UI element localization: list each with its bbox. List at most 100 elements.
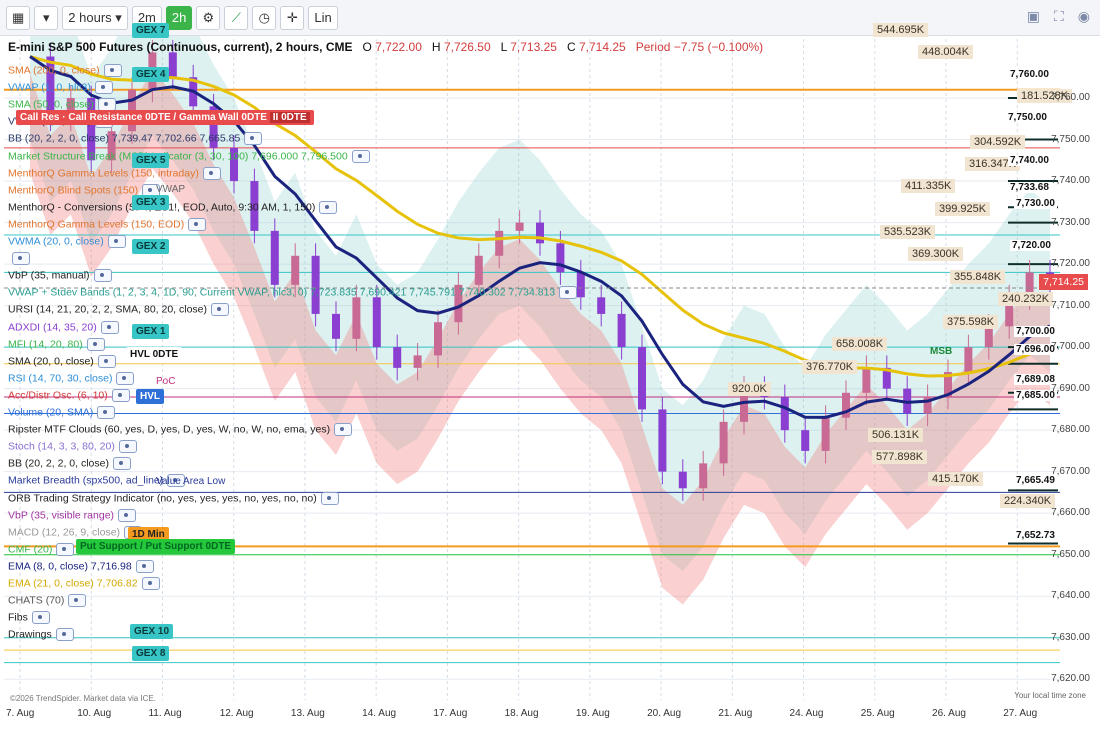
indicator-label: MFI (14, 20, 80)	[8, 337, 83, 350]
candle-body	[413, 355, 422, 368]
price-tick-label: 7,620.00	[1051, 673, 1090, 685]
symbol-header: E-mini S&P 500 Futures (Continuous, curr…	[8, 40, 763, 54]
indicator-row[interactable]: MenthorQ - Conversions (SPY, ES1!, EOD, …	[8, 200, 338, 214]
indicator-row[interactable]: MACD (12, 26, 9, close)	[8, 525, 143, 539]
indicator-row[interactable]: RSI (14, 70, 30, close)	[8, 371, 135, 385]
volume-level-label: 658.008K	[832, 337, 888, 351]
calculator-icon[interactable]: ▣	[1027, 8, 1040, 25]
date-tick-label: 20. Aug	[647, 708, 682, 719]
indicator-label: BB (20, 2, 2, 0, close) 7,739.47 7,702.6…	[8, 132, 241, 145]
eye-visibility-icon[interactable]	[94, 81, 113, 95]
indicator-label: Acc/Distr Osc. (6, 10)	[8, 389, 108, 402]
indicator-row[interactable]: VWAP (1, 0, hlc3)	[8, 81, 113, 95]
indicator-row[interactable]: MenthorQ Gamma Levels (150, intraday)	[8, 166, 221, 180]
eye-visibility-icon[interactable]	[202, 166, 221, 180]
date-tick-label: 7. Aug	[6, 708, 35, 719]
volume-level-label: 376.770K	[802, 360, 858, 374]
indicator-label: Stoch (14, 3, 3, 80, 20)	[8, 440, 115, 453]
date-tick-label: 10. Aug	[77, 708, 112, 719]
indicator-row[interactable]	[8, 252, 30, 266]
indicator-label: SMA (200, 0, close)	[8, 64, 100, 77]
eye-visibility-icon[interactable]	[12, 252, 30, 266]
candle-body	[658, 409, 667, 472]
eye-visibility-icon[interactable]	[118, 508, 137, 522]
eye-visibility-icon[interactable]	[68, 594, 87, 608]
interval-select[interactable]: 2 hours ▾	[62, 5, 128, 30]
eye-visibility-icon[interactable]	[31, 611, 50, 625]
eye-visibility-icon[interactable]	[118, 440, 137, 454]
price-tick-label: 7,720.00	[1051, 258, 1090, 270]
scale-lin-button[interactable]: Lin	[308, 5, 338, 30]
indicator-row[interactable]: URSI (14, 21, 20, 2, 2, SMA, 80, 20, clo…	[8, 303, 230, 317]
eye-visibility-icon[interactable]	[97, 406, 116, 419]
indicator-row[interactable]: EMA (8, 0, close) 7,716.98	[8, 559, 154, 573]
eye-visibility-icon[interactable]	[244, 132, 263, 146]
eye-visibility-icon[interactable]	[56, 542, 75, 556]
date-tick-label: 24. Aug	[789, 708, 824, 719]
eye-visibility-icon[interactable]	[100, 320, 119, 334]
chevron-down-icon[interactable]: ▾	[34, 5, 59, 30]
eye-visibility-icon[interactable]	[211, 303, 230, 317]
candle-body	[862, 367, 871, 393]
indicator-row[interactable]: Ripster MTF Clouds (60, yes, D, yes, D, …	[8, 423, 353, 437]
indicator-row[interactable]: ADXDI (14, 35, 20)	[8, 320, 119, 334]
indicator-row[interactable]: CHATS (70)	[8, 594, 87, 608]
eye-visibility-icon[interactable]	[112, 457, 131, 471]
indicator-row[interactable]: SMA (200, 0, close)	[8, 64, 122, 77]
indicator-label: URSI (14, 21, 20, 2, 2, SMA, 80, 20, clo…	[8, 303, 208, 316]
indicator-row[interactable]: VbP (35, manual)	[8, 269, 112, 283]
indicator-row[interactable]: Acc/Distr Osc. (6, 10)	[8, 388, 130, 402]
indicator-row[interactable]: VbP (35, visible range)	[8, 508, 137, 522]
indicator-row[interactable]: VWAP + Stdev Bands (1, 2, 3, 4, 1D, 90, …	[8, 286, 578, 300]
eye-visibility-icon[interactable]	[107, 235, 126, 248]
indicator-label: VbP (35, manual)	[8, 269, 90, 282]
indicator-row[interactable]: Volume (20, SMA)	[8, 406, 116, 419]
eye-visibility-icon[interactable]	[116, 371, 135, 385]
indicator-row[interactable]: MFI (14, 20, 80)	[8, 337, 105, 351]
fullscreen-icon[interactable]: ⛶	[1054, 8, 1064, 25]
eye-visibility-icon[interactable]	[103, 64, 122, 77]
indicator-row[interactable]: Fibs	[8, 611, 50, 625]
indicator-row[interactable]: ORB Trading Strategy Indicator (no, yes,…	[8, 491, 339, 505]
candle-body	[617, 313, 626, 348]
indicator-row[interactable]: CMF (20)	[8, 542, 75, 556]
eye-visibility-icon[interactable]	[319, 200, 338, 214]
candle-body	[332, 313, 340, 339]
eye-visibility-icon[interactable]	[351, 149, 370, 163]
indicator-row[interactable]: BB (20, 2, 2, 0, close) 7,739.47 7,702.6…	[8, 132, 263, 146]
eye-visibility-icon[interactable]	[97, 354, 116, 368]
indicator-row[interactable]: VWMA (20, 0, close)	[8, 235, 126, 248]
indicator-row[interactable]: Market Structure Break (MSB) Indicator (…	[8, 149, 370, 163]
trend-line-icon[interactable]: ⟋	[224, 5, 249, 30]
eye-visibility-icon[interactable]	[188, 217, 207, 231]
volume-level-label: 304.592K	[970, 135, 1026, 149]
camera-icon[interactable]: ◉	[1078, 8, 1090, 25]
interval-2h-button[interactable]: 2h	[165, 5, 193, 30]
eye-visibility-icon[interactable]	[86, 337, 105, 351]
indicator-row[interactable]: EMA (21, 0, close) 7,706.82	[8, 577, 160, 590]
eye-visibility-icon[interactable]	[559, 286, 578, 300]
indicator-label: BB (20, 2, 2, 0, close)	[8, 457, 109, 470]
clock-icon[interactable]: ◷	[252, 5, 277, 30]
open-label: O	[362, 40, 372, 54]
candle-body	[964, 347, 973, 373]
eye-visibility-icon[interactable]	[334, 423, 353, 437]
grid-menu-icon[interactable]: ▦	[6, 5, 31, 30]
eye-visibility-icon[interactable]	[93, 269, 112, 283]
price-tick-label: 7,650.00	[1051, 548, 1090, 560]
settings-gear-icon[interactable]: ⚙	[196, 5, 221, 30]
crosshair-icon[interactable]: ✛	[280, 5, 305, 30]
eye-visibility-icon[interactable]	[141, 577, 160, 590]
timezone-label[interactable]: Your local time zone	[1014, 691, 1086, 700]
indicator-row[interactable]: MenthorQ Gamma Levels (150, EOD)	[8, 217, 207, 231]
indicator-row[interactable]: Drawings	[8, 628, 74, 642]
call-resistance-tag: Call Res · Call Resistance 0DTE / Gamma …	[16, 110, 314, 125]
eye-visibility-icon[interactable]	[320, 491, 339, 505]
eye-visibility-icon[interactable]	[55, 628, 74, 642]
indicator-row[interactable]: BB (20, 2, 2, 0, close)	[8, 457, 131, 471]
eye-visibility-icon[interactable]	[111, 388, 130, 402]
eye-visibility-icon[interactable]	[135, 559, 154, 573]
indicator-row[interactable]: SMA (20, 0, close)	[8, 354, 116, 368]
indicator-row[interactable]: Stoch (14, 3, 3, 80, 20)	[8, 440, 137, 454]
candle-body	[291, 255, 300, 285]
